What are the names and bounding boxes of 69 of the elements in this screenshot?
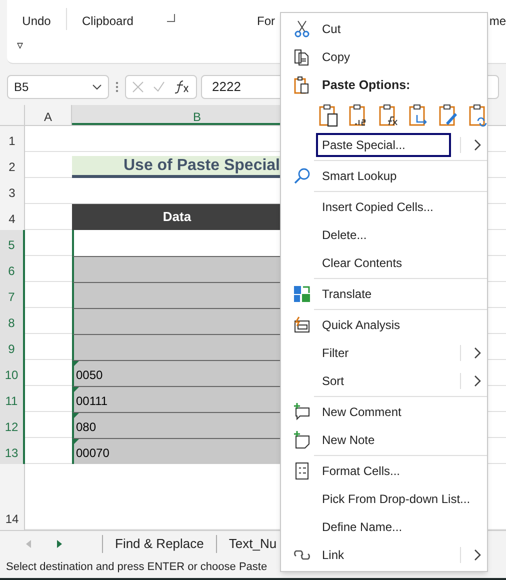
menu-item[interactable]: Clear Contents	[316, 251, 465, 275]
ribbon-group-label: me	[489, 13, 506, 30]
menu-item[interactable]: Cut	[316, 17, 465, 41]
row-header[interactable]: 13	[0, 438, 25, 464]
comment-icon	[293, 403, 311, 421]
row-header[interactable]: 3	[0, 178, 25, 204]
menu-item[interactable]: Format Cells...	[316, 459, 465, 483]
menu-item[interactable]: Paste Special...	[316, 133, 451, 157]
menu-item[interactable]: Define Name...	[316, 515, 465, 539]
title-cell: Use of Paste Special	[72, 156, 282, 178]
quick-analysis-icon	[293, 316, 311, 334]
error-triangle-icon	[74, 439, 79, 444]
check-icon[interactable]	[152, 81, 165, 93]
ribbon-group-label: For	[257, 13, 275, 30]
format-cells-icon	[293, 462, 311, 480]
menu-item[interactable]: Filter	[316, 341, 451, 365]
row-header[interactable]: 14	[0, 464, 25, 530]
row-header[interactable]: 12	[0, 412, 25, 438]
row-header[interactable]: 6	[0, 256, 25, 282]
error-triangle-icon	[74, 413, 79, 418]
menu-item[interactable]: Delete...	[316, 223, 465, 247]
menu-item[interactable]: New Comment	[316, 400, 465, 424]
cell-text: 0050	[76, 367, 103, 384]
row-header[interactable]: 5	[0, 230, 25, 256]
dropdown-icon	[92, 84, 102, 90]
menu-item[interactable]: Quick Analysis	[316, 313, 465, 337]
chevron-right-icon	[474, 139, 482, 151]
sheet-tab[interactable]: Find & Replace	[103, 534, 216, 554]
error-triangle-icon	[74, 387, 79, 392]
error-triangle-icon	[74, 361, 79, 366]
translate-icon	[293, 285, 311, 303]
dialog-launcher-icon[interactable]	[167, 14, 175, 22]
function-icon[interactable]	[174, 80, 190, 94]
row-header[interactable]: 7	[0, 282, 25, 308]
menu-item[interactable]: Smart Lookup	[316, 164, 465, 188]
header-cell: Data	[72, 204, 282, 230]
cell-text: 00070	[76, 445, 110, 462]
row-header[interactable]: 4	[0, 204, 25, 230]
chevron-right-icon	[474, 549, 482, 561]
row-header[interactable]: 11	[0, 386, 25, 412]
menu-item[interactable]: Translate	[316, 282, 465, 306]
row-header[interactable]: 2	[0, 152, 25, 178]
note-icon	[293, 431, 311, 449]
menu-item[interactable]: New Note	[316, 428, 465, 452]
clipboard-icon	[293, 76, 311, 94]
cell-text: 00111	[76, 393, 108, 410]
chevron-right-icon	[474, 347, 482, 359]
chevron-right-icon	[474, 375, 482, 387]
paste-formulas-icon[interactable]	[378, 103, 400, 127]
row-header[interactable]: 9	[0, 334, 25, 360]
menu-item[interactable]: Copy	[316, 45, 465, 69]
row-header[interactable]: 10	[0, 360, 25, 386]
menu-item[interactable]: Insert Copied Cells...	[316, 195, 465, 219]
paste-icon[interactable]	[318, 103, 340, 127]
scissors-icon	[293, 20, 311, 38]
scroll-right-icon[interactable]	[56, 540, 62, 548]
copy-icon	[293, 48, 311, 66]
paste-formatting-icon[interactable]	[438, 103, 460, 127]
ribbon-group-label: Undo	[7, 8, 67, 30]
row-header[interactable]: 1	[0, 126, 25, 152]
paste-options-heading: Paste Options:	[322, 76, 410, 94]
search-icon	[293, 167, 311, 185]
row-header[interactable]: 8	[0, 308, 25, 334]
collapse-ribbon-button[interactable]: ▿	[17, 36, 23, 54]
menu-item[interactable]: Pick From Drop-down List...	[316, 487, 476, 511]
cell-text: 080	[76, 419, 96, 436]
menu-item[interactable]: Sort	[316, 369, 451, 393]
name-box[interactable]: B5	[7, 75, 109, 99]
ribbon-group-label: Clipboard	[81, 13, 134, 30]
